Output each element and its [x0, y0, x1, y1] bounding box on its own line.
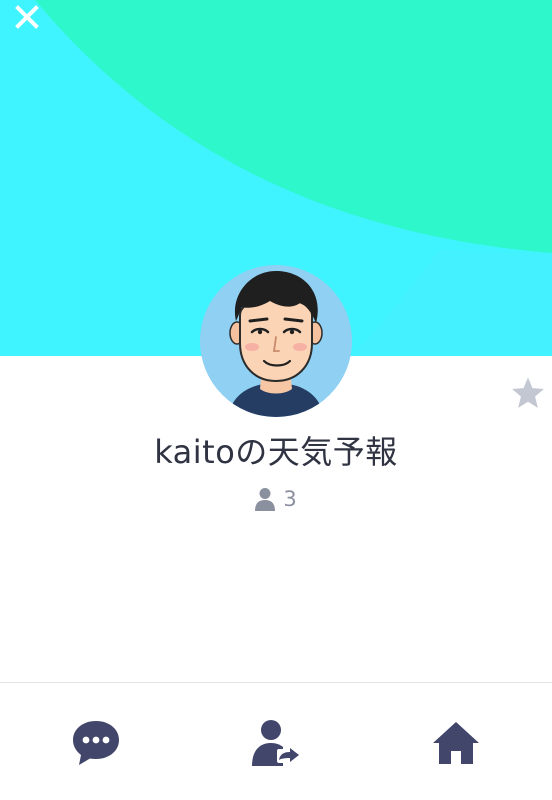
person-icon — [255, 488, 276, 511]
action-bar — [0, 683, 552, 800]
share-contact-button[interactable] — [240, 713, 312, 773]
profile-name: kaitoの天気予報 — [154, 433, 398, 471]
avatar-illustration — [200, 265, 352, 417]
close-icon — [15, 5, 39, 29]
friend-count-value: 3 — [283, 487, 297, 511]
share-contact-icon — [252, 720, 299, 766]
chat-button[interactable] — [60, 713, 132, 773]
profile-screen: kaitoの天気予報 3 — [0, 0, 552, 800]
friend-count: 3 — [0, 484, 552, 514]
star-icon — [512, 377, 544, 408]
home-button[interactable] — [420, 713, 492, 773]
home-icon — [433, 722, 479, 764]
avatar[interactable] — [200, 265, 352, 417]
favorite-button[interactable] — [508, 374, 548, 412]
chat-bubble-icon — [73, 721, 119, 765]
close-button[interactable] — [10, 4, 44, 30]
